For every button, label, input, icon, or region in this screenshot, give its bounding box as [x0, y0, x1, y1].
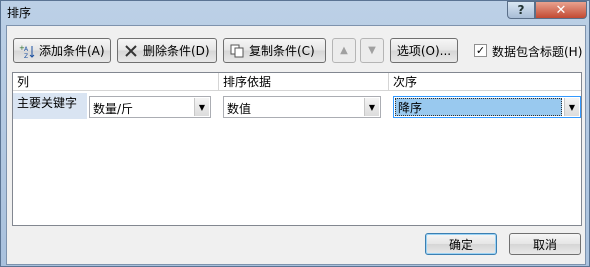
copy-condition-button[interactable]: 复制条件(C) [223, 38, 326, 63]
add-sort-icon: + A Z [18, 42, 36, 60]
column-select[interactable]: 数量/斤 ▼ [89, 96, 211, 118]
add-condition-button[interactable]: + A Z 添加条件(A) [13, 38, 111, 63]
dialog-body: + A Z 添加条件(A) 删除条件(D) 复制条件(C) ▲ ▼ 选项(O)...… [6, 25, 586, 265]
sort-dialog: 排序 ? ✕ + A Z 添加条件(A) 删除条件(D) 复制条件(C) ▲ ▼ 选… [0, 0, 590, 267]
chevron-down-icon[interactable]: ▼ [194, 98, 209, 116]
copy-condition-label: 复制条件(C) [249, 44, 315, 58]
primary-key-label: 主要关键字 [13, 93, 87, 119]
chevron-down-icon[interactable]: ▼ [364, 98, 379, 116]
close-button[interactable]: ✕ [535, 1, 587, 19]
order-select-value: 降序 [395, 98, 562, 116]
options-button[interactable]: 选项(O)... [390, 38, 458, 63]
sort-on-select[interactable]: 数值 ▼ [223, 96, 381, 118]
chevron-down-icon[interactable]: ▼ [564, 98, 579, 116]
column-select-value: 数量/斤 [93, 102, 134, 116]
svg-text:A: A [24, 46, 29, 53]
help-button[interactable]: ? [507, 1, 535, 19]
sort-conditions-grid: 列 排序依据 次序 主要关键字 数量/斤 ▼ 数值 ▼ 降序 ▼ [12, 72, 582, 226]
sort-on-header: 排序依据 [223, 75, 272, 89]
move-up-button[interactable]: ▲ [332, 38, 356, 63]
has-header-label: 数据包含标题(H) [492, 45, 583, 59]
delete-icon [122, 42, 140, 60]
delete-condition-button[interactable]: 删除条件(D) [117, 38, 217, 63]
svg-text:Z: Z [24, 53, 28, 59]
column-header: 列 [17, 75, 30, 89]
has-header-checkbox[interactable]: ✓ [474, 44, 487, 57]
ok-button[interactable]: 确定 [425, 233, 497, 255]
delete-condition-label: 删除条件(D) [143, 44, 210, 58]
copy-icon [228, 42, 246, 60]
cancel-button[interactable]: 取消 [509, 233, 581, 255]
move-down-button[interactable]: ▼ [360, 38, 384, 63]
sort-on-select-value: 数值 [227, 102, 252, 116]
order-header: 次序 [393, 75, 418, 89]
order-select[interactable]: 降序 ▼ [393, 96, 581, 118]
dialog-title: 排序 [7, 6, 32, 20]
add-condition-label: 添加条件(A) [39, 44, 105, 58]
